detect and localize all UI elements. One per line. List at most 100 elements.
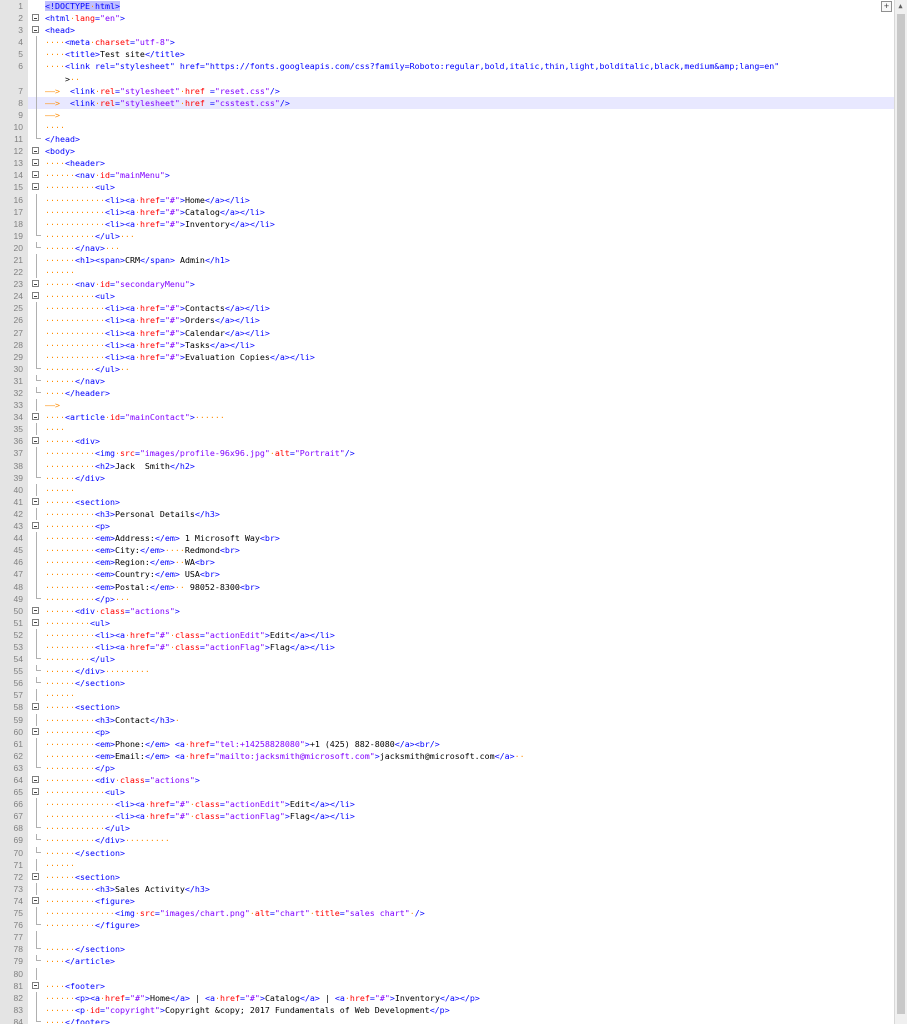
code-line[interactable]: 73 ··········<h3>Sales Activity</h3> [0, 882, 894, 895]
code-text[interactable]: ··········<li><a·href="#"·class="actionF… [45, 641, 335, 653]
fold-toggle-icon[interactable] [30, 774, 42, 786]
code-text[interactable]: ··········</figure> [45, 919, 140, 931]
code-text[interactable]: ····</footer> [45, 1016, 110, 1024]
code-text[interactable]: ······<h1><span>CRM</span> Admin</h1> [45, 254, 230, 266]
code-line[interactable]: 45 ··········<em>City:</em>····Redmond<br… [0, 544, 894, 557]
code-text[interactable]: ····</header> [45, 387, 110, 399]
code-line[interactable]: 14 ······<nav·id="mainMenu"> [0, 169, 894, 182]
scrollbar-thumb[interactable] [897, 14, 905, 1014]
code-text[interactable]: ··········<ul> [45, 290, 115, 302]
code-text[interactable]: ······</nav> [45, 375, 105, 387]
code-text[interactable]: ············<li><a·href="#">Evaluation C… [45, 351, 315, 363]
code-line[interactable]: 1 <!DOCTYPE·html> [0, 0, 894, 13]
code-line[interactable]: 42 ··········<h3>Personal Details</h3> [0, 507, 894, 521]
code-line[interactable]: 32 ····</header> [0, 387, 894, 400]
fold-toggle-icon[interactable] [30, 24, 42, 36]
code-line[interactable]: 6 ····<link rel="stylesheet" href="https:… [0, 60, 894, 73]
code-text[interactable]: ··········<li><a·href="#"·class="actionE… [45, 629, 335, 641]
code-line[interactable]: 81 ····<footer> [0, 979, 894, 992]
code-line[interactable]: 84 ····</footer> [0, 1015, 894, 1024]
code-text[interactable]: ··········<em>Phone:</em> <a·href="tel:+… [45, 738, 440, 750]
code-line[interactable]: 60 ··········<p> [0, 725, 894, 738]
code-text[interactable]: ··········<em>Country:</em> USA<br> [45, 568, 220, 580]
code-line[interactable]: 28 ············<li><a·href="#">Tasks</a><… [0, 338, 894, 351]
code-line[interactable]: 58 ······<section> [0, 701, 894, 714]
code-line[interactable]: 11 </head> [0, 133, 894, 146]
code-line[interactable]: 27 ············<li><a·href="#">Calendar</… [0, 326, 894, 339]
code-text[interactable]: ··········</p> [45, 762, 115, 774]
code-line[interactable]: 65 ············<ul> [0, 786, 894, 799]
code-text[interactable]: ······ [45, 484, 75, 496]
code-line[interactable]: 35 ···· [0, 423, 894, 436]
code-line[interactable]: 10 ···· [0, 120, 894, 134]
code-line[interactable]: 18 ············<li><a·href="#">Inventory<… [0, 217, 894, 230]
code-text[interactable]: ······<p·id="copyright">Copyright &copy;… [45, 1004, 450, 1016]
code-text[interactable]: ············<li><a·href="#">Orders</a></… [45, 314, 260, 326]
code-text[interactable]: ······<section> [45, 871, 120, 883]
code-text[interactable]: ····<meta·charset="utf-8"> [45, 36, 175, 48]
code-text[interactable]: ······</section> [45, 677, 125, 689]
code-line[interactable]: 66 ··············<li><a·href="#"·class="a… [0, 798, 894, 811]
code-text[interactable]: ····<footer> [45, 980, 105, 992]
code-line[interactable]: 38 ··········<h2>Jack Smith</h2> [0, 459, 894, 472]
code-line[interactable]: 59 ··········<h3>Contact</h3>· [0, 713, 894, 726]
code-line[interactable]: 30 ··········</ul>·· [0, 362, 894, 375]
fold-toggle-icon[interactable] [30, 278, 42, 290]
code-line[interactable]: 57 ······ [0, 689, 894, 702]
fold-toggle-icon[interactable] [30, 169, 42, 181]
code-line[interactable]: 13 ····<header> [0, 157, 894, 170]
code-text[interactable]: ··········<img·src="images/profile-96x96… [45, 447, 355, 459]
code-line[interactable]: 26 ············<li><a·href="#">Orders</a>… [0, 314, 894, 327]
code-text[interactable]: ············<li><a·href="#">Home</a></li… [45, 194, 250, 206]
code-line[interactable]: 61 ··········<em>Phone:</em> <a·href="tel… [0, 737, 894, 750]
code-text[interactable]: ······ [45, 859, 75, 871]
scroll-up-arrow-icon[interactable]: ▲ [895, 1, 906, 11]
code-line[interactable]: 76 ··········</figure> [0, 919, 894, 932]
code-line[interactable]: 56 ······</section> [0, 677, 894, 690]
code-line[interactable]: 25 ············<li><a·href="#">Contacts</… [0, 302, 894, 315]
code-line[interactable]: 15 ··········<ul> [0, 181, 894, 194]
code-text[interactable]: ··········<p> [45, 520, 110, 532]
code-text[interactable]: ··········<h3>Contact</h3>· [45, 714, 180, 726]
fold-toggle-icon[interactable] [30, 411, 42, 423]
code-line[interactable]: 40 ······ [0, 483, 894, 496]
fold-toggle-icon[interactable] [30, 726, 42, 738]
code-line[interactable]: 52 ··········<li><a·href="#"·class="actio… [0, 628, 894, 641]
code-text[interactable]: ··········</ul>··· [45, 230, 135, 242]
code-line[interactable]: 67 ··············<li><a·href="#"·class="a… [0, 810, 894, 823]
code-text[interactable]: <body> [45, 145, 75, 157]
code-line[interactable]: 5 ····<title>Test site</title> [0, 48, 894, 61]
vertical-scrollbar[interactable]: ▲ [894, 0, 907, 1024]
code-line[interactable]: 4 ····<meta·charset="utf-8"> [0, 36, 894, 49]
fold-toggle-icon[interactable] [30, 617, 42, 629]
code-line[interactable]: 22 ······ [0, 266, 894, 279]
code-line[interactable]: 31 ······</nav> [0, 374, 894, 387]
code-line[interactable]: 80 [0, 967, 894, 980]
fold-toggle-icon[interactable] [30, 145, 42, 157]
code-text[interactable]: ··········<em>Address:</em> 1 Microsoft … [45, 532, 280, 544]
fold-toggle-icon[interactable] [30, 701, 42, 713]
code-text[interactable]: ··········<em>Postal:</em>·· 98052-8300<… [45, 581, 260, 593]
code-line[interactable]: 3 <head> [0, 24, 894, 37]
code-line[interactable]: 83 ······<p·id="copyright">Copyright &cop… [0, 1003, 894, 1016]
code-text[interactable]: ··········<h3>Personal Details</h3> [45, 508, 220, 520]
fold-toggle-icon[interactable] [30, 12, 42, 24]
code-text[interactable]: ··········<h3>Sales Activity</h3> [45, 883, 210, 895]
code-text[interactable]: ······</nav>··· [45, 242, 120, 254]
code-text[interactable]: ··············<li><a·href="#"·class="act… [45, 798, 355, 810]
code-line[interactable]: 44 ··········<em>Address:</em> 1 Microsof… [0, 532, 894, 545]
code-line[interactable]: 39 ······</div> [0, 471, 894, 484]
code-line[interactable]: 33 ——> [0, 399, 894, 412]
fold-toggle-icon[interactable] [30, 605, 42, 617]
code-line[interactable]: >·· [0, 72, 894, 85]
code-line[interactable]: 50 ······<div·class="actions"> [0, 604, 894, 617]
code-text[interactable]: ······<div·class="actions"> [45, 605, 180, 617]
fold-toggle-icon[interactable] [30, 786, 42, 798]
code-line[interactable]: 7 ——> <link·rel="stylesheet"·href ="reset… [0, 84, 894, 97]
code-line[interactable]: 54 ·········</ul> [0, 653, 894, 666]
code-line[interactable]: 62 ··········<em>Email:</em> <a·href="mai… [0, 749, 894, 762]
code-line[interactable]: 23 ······<nav·id="secondaryMenu"> [0, 278, 894, 291]
code-line[interactable]: 64 ··········<div·class="actions"> [0, 774, 894, 787]
code-line[interactable]: 21 ······<h1><span>CRM</span> Admin</h1> [0, 253, 894, 267]
code-text[interactable]: ··········<figure> [45, 895, 135, 907]
